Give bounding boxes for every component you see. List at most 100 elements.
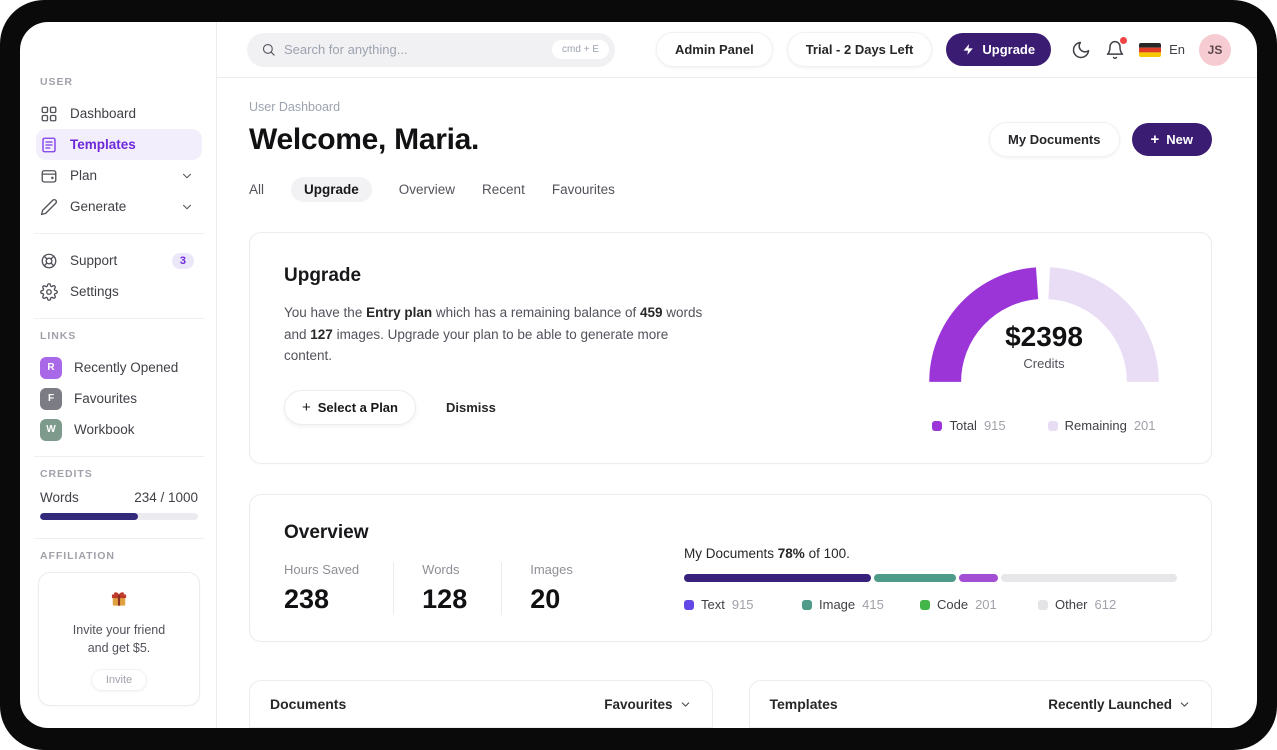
legend-swatch	[1047, 420, 1058, 431]
sidebar-item-templates[interactable]: Templates	[36, 129, 202, 160]
overview-card: Overview Hours Saved 238 Words 128 Image…	[249, 494, 1212, 642]
gift-icon	[109, 592, 129, 613]
sidebar-divider	[34, 318, 204, 319]
documents-panel-header: Documents Favourites	[250, 681, 712, 728]
sidebar-item-label: Plan	[70, 168, 98, 183]
pencil-icon	[40, 198, 58, 216]
sidebar-item-dashboard[interactable]: Dashboard	[36, 98, 202, 129]
page-content: User Dashboard Welcome, Maria. My Docume…	[217, 78, 1257, 728]
user-avatar[interactable]: JS	[1199, 33, 1231, 66]
tab-upgrade[interactable]: Upgrade	[291, 177, 372, 202]
affiliation-card: Invite your friend and get $5. Invite	[38, 572, 200, 707]
plus-icon: +	[302, 398, 311, 416]
search-bar[interactable]: cmd + E	[247, 32, 615, 67]
german-flag-icon[interactable]	[1139, 42, 1162, 57]
search-icon	[262, 43, 275, 56]
invite-button[interactable]: Invite	[90, 669, 148, 692]
upgrade-button[interactable]: Upgrade	[946, 33, 1052, 66]
bar-segment-code	[958, 574, 999, 582]
legend-label: Image	[819, 597, 856, 612]
sidebar-section-links: LINKS	[40, 330, 77, 342]
legend-other: Other 612	[1038, 597, 1156, 612]
chevron-down-icon	[681, 701, 689, 707]
language-label[interactable]: En	[1169, 42, 1185, 57]
bar-segment-image	[874, 574, 956, 582]
credits-amount: $2398	[1005, 321, 1083, 352]
sidebar-link-recently-opened[interactable]: R Recently Opened	[36, 352, 202, 383]
admin-panel-button[interactable]: Admin Panel	[655, 32, 773, 67]
my-documents-button[interactable]: My Documents	[989, 122, 1120, 157]
templates-panel-title: Templates	[769, 696, 838, 712]
legend-label: Total	[949, 418, 977, 433]
select-plan-button[interactable]: + Select a Plan	[284, 389, 416, 425]
topbar: cmd + E Admin Panel Trial - 2 Days Left …	[217, 22, 1257, 78]
documents-progress-text: My Documents 78% of 100.	[684, 546, 1177, 561]
sidebar-link-label: Recently Opened	[74, 360, 179, 375]
stat-label: Hours Saved	[284, 562, 360, 577]
sidebar-item-label: Dashboard	[70, 106, 137, 121]
affiliation-text-line1: Invite your friend	[72, 623, 166, 637]
sidebar-item-plan[interactable]: Plan	[36, 160, 202, 191]
upgrade-button-label: Upgrade	[982, 42, 1036, 57]
filter-label: Favourites	[604, 696, 673, 712]
documents-panel-title: Documents	[270, 696, 347, 712]
documents-panel: Documents Favourites Untitled Document i…	[249, 680, 713, 728]
documents-filter-dropdown[interactable]: Favourites	[604, 697, 691, 712]
plan-name: Entry plan	[366, 305, 433, 320]
legend-label: Code	[937, 597, 969, 612]
sidebar-item-label: Settings	[70, 284, 119, 299]
search-shortcut-badge: cmd + E	[552, 40, 609, 59]
documents-stacked-bar	[684, 574, 1177, 582]
device-frame: USER Dashboard Templates Plan Generate S…	[0, 0, 1277, 750]
sidebar-item-settings[interactable]: Settings	[36, 276, 202, 307]
link-initial-badge: W	[40, 418, 62, 441]
stat-value: 128	[422, 584, 468, 614]
credits-words-row: Words 234 / 1000	[40, 490, 198, 505]
dark-mode-toggle[interactable]	[1071, 40, 1091, 60]
notifications-button[interactable]	[1105, 36, 1128, 60]
upgrade-card-actions: + Select a Plan Dismiss	[284, 389, 714, 425]
tab-favourites[interactable]: Favourites	[552, 182, 615, 197]
sidebar-section-affiliation: AFFILIATION	[40, 550, 115, 562]
sidebar-link-workbook[interactable]: W Workbook	[36, 414, 202, 445]
link-initial-badge: F	[40, 387, 62, 410]
legend-value: 201	[1133, 418, 1156, 433]
tab-all[interactable]: All	[249, 182, 264, 197]
overview-stats-block: Overview Hours Saved 238 Words 128 Image…	[284, 522, 684, 615]
wallet-icon	[40, 167, 58, 185]
images-balance: 127	[310, 326, 333, 342]
sidebar-divider	[34, 538, 204, 539]
affiliation-text-line2: and get $5.	[87, 641, 151, 656]
credits-caption: Credits	[1023, 356, 1065, 371]
sidebar-item-label: Support	[70, 253, 118, 268]
documents-legend: Text 915 Image 415 Code 201 Other 612	[684, 597, 1177, 612]
sidebar-link-label: Favourites	[74, 391, 138, 406]
upgrade-card-left: Upgrade You have the Entry plan which ha…	[284, 265, 714, 433]
trial-status-button[interactable]: Trial - 2 Days Left	[786, 32, 933, 67]
stat-label: Words	[422, 562, 460, 577]
credits-progress-bar	[40, 513, 198, 520]
credits-words-value: 234 / 1000	[134, 490, 198, 505]
sidebar-item-generate[interactable]: Generate	[36, 191, 202, 222]
legend-image: Image 415	[802, 597, 920, 612]
new-button-label: New	[1166, 132, 1193, 147]
sidebar-link-favourites[interactable]: F Favourites	[36, 383, 202, 414]
filter-label: Recently Launched	[1048, 696, 1172, 712]
legend-label: Other	[1055, 597, 1088, 612]
sidebar-item-support[interactable]: Support 3	[36, 245, 202, 276]
gear-icon	[40, 282, 58, 301]
templates-filter-dropdown[interactable]: Recently Launched	[1048, 697, 1191, 712]
gauge-center-label: $2398 Credits	[927, 321, 1161, 371]
gauge-chart: $2398 Credits	[927, 265, 1161, 406]
dismiss-button[interactable]: Dismiss	[446, 400, 496, 415]
search-input[interactable]	[276, 42, 553, 57]
credits-gauge: $2398 Credits Total 915 Remaining 201	[919, 265, 1169, 433]
new-button[interactable]: + New	[1131, 123, 1212, 156]
documents-progress-block: My Documents 78% of 100. Text 915 Image …	[684, 522, 1177, 615]
stat-images: Images 20	[530, 562, 607, 615]
legend-swatch	[684, 599, 694, 610]
tab-recent[interactable]: Recent	[482, 182, 525, 197]
tab-overview[interactable]: Overview	[399, 182, 455, 197]
legend-swatch	[802, 599, 812, 610]
docs-percent: 78%	[777, 546, 805, 561]
